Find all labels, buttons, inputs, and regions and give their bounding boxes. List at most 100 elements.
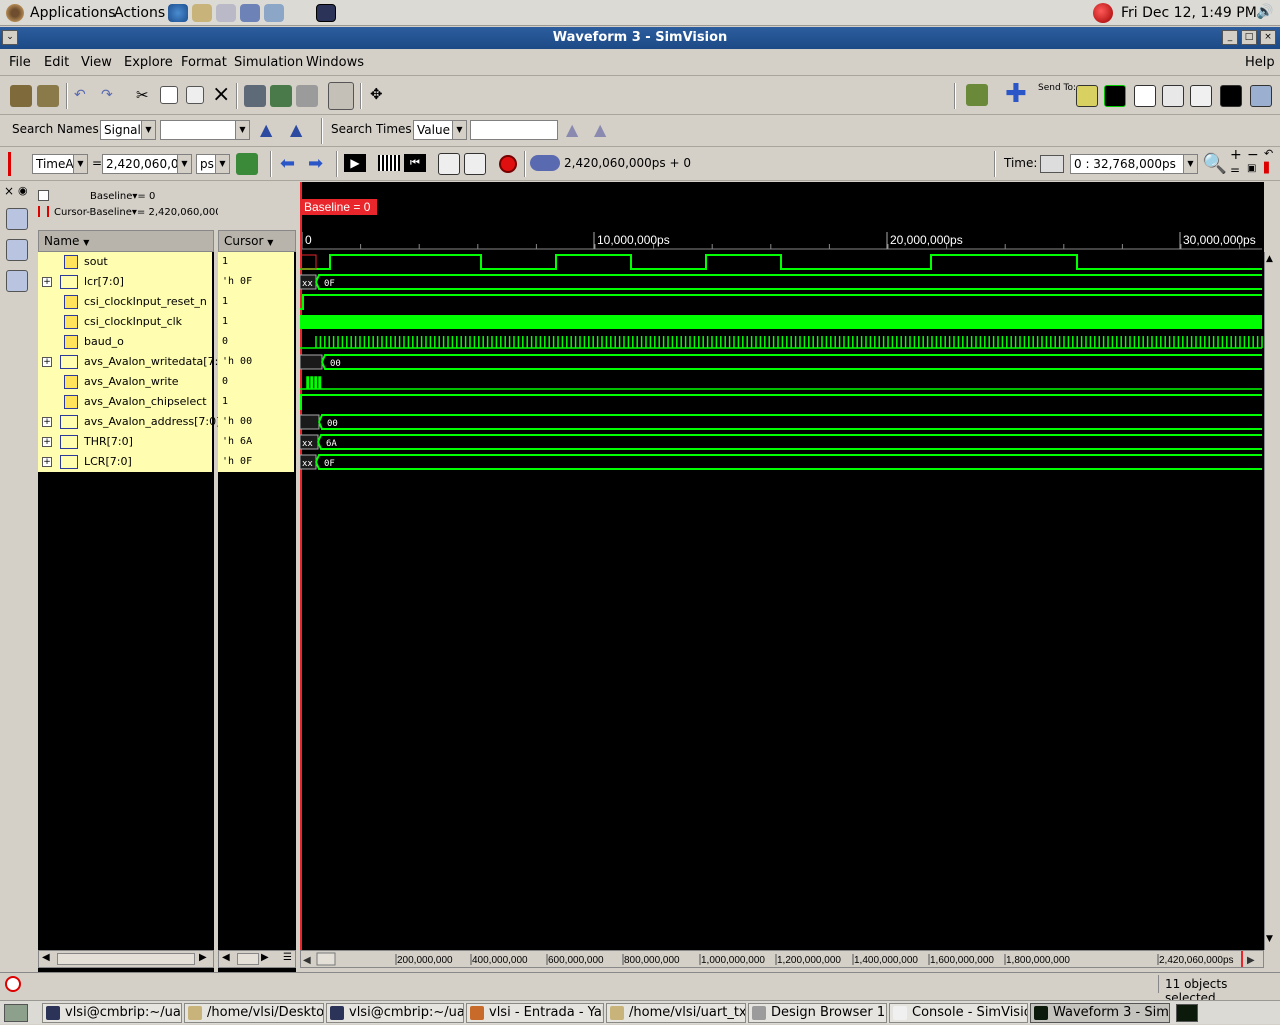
next-edge-icon[interactable]: ➡: [308, 153, 323, 174]
signal-row[interactable]: csi_clockInput_clk: [38, 312, 212, 332]
cut-icon[interactable]: ✂: [136, 86, 149, 104]
clock[interactable]: Fri Dec 12, 1:49 PM: [1121, 5, 1257, 21]
send-to-source-icon[interactable]: [244, 85, 266, 107]
browser-launcher-icon[interactable]: [168, 4, 188, 22]
workspace-switcher[interactable]: [1176, 1004, 1198, 1022]
maximize-button[interactable]: □: [1241, 30, 1257, 45]
taskbar-button[interactable]: vlsi - Entrada - Yaho: [466, 1003, 604, 1023]
signal-row[interactable]: sout: [38, 252, 212, 272]
menu-format[interactable]: Format: [181, 55, 227, 70]
scroll-thumb[interactable]: [57, 953, 195, 965]
zoom-cursor-icon[interactable]: ▋: [1264, 163, 1272, 174]
chat-launcher-icon[interactable]: [264, 4, 284, 22]
list-pane-icon[interactable]: [6, 270, 28, 292]
signal-row[interactable]: + THR[7:0]: [38, 432, 212, 452]
simulator-icon[interactable]: [966, 84, 988, 106]
cursor-value[interactable]: 'h 0F: [218, 272, 294, 292]
undo-icon[interactable]: ↶: [74, 87, 86, 103]
cursor-value[interactable]: 1: [218, 312, 294, 332]
zoom-fit-icon[interactable]: ✥: [370, 85, 383, 103]
cursor-time-input[interactable]: 2,420,060,00 ▼: [102, 154, 192, 174]
taskbar-button[interactable]: Waveform 3 - SimV: [1030, 1003, 1170, 1023]
cursor-value[interactable]: 'h 00: [218, 412, 294, 432]
expand-icon[interactable]: +: [42, 277, 52, 287]
search-times-next-icon[interactable]: ▲: [594, 120, 606, 139]
zoom-icon[interactable]: 🔍: [1202, 151, 1227, 175]
cursor-value[interactable]: 1: [218, 252, 294, 272]
scroll-right-icon[interactable]: ▶: [261, 952, 269, 963]
taskbar-button[interactable]: vlsi@cmbrip:~/uart_: [42, 1003, 182, 1023]
step-out-icon[interactable]: [464, 153, 486, 175]
search-times-prev-icon[interactable]: ▲: [566, 120, 578, 139]
add-icon[interactable]: ✚: [1005, 81, 1027, 107]
signal-row[interactable]: baud_o: [38, 332, 212, 352]
signal-row[interactable]: avs_Avalon_write: [38, 372, 212, 392]
vertical-scrollbar[interactable]: ▲ ▼: [1264, 252, 1278, 950]
scroll-thumb[interactable]: [237, 953, 259, 965]
search-names-next-icon[interactable]: ▲: [290, 120, 302, 139]
search-names-type-select[interactable]: Signal ▼: [100, 120, 156, 140]
time-overview-bar[interactable]: ◀ 200,000,000 400,000,000 600,000,000 800,00…: [300, 950, 1264, 968]
taskbar-button[interactable]: Design Browser 1 -: [748, 1003, 887, 1023]
signal-row[interactable]: + avs_Avalon_writedata[7:0]: [38, 352, 230, 372]
applications-menu[interactable]: Applications: [30, 5, 116, 21]
search-times-input[interactable]: [470, 120, 558, 140]
taskbar-button[interactable]: /home/vlsi/Desktop/: [184, 1003, 324, 1023]
search-names-prev-icon[interactable]: ▲: [260, 120, 272, 139]
taskbar-button[interactable]: /home/vlsi/uart_tx/p: [606, 1003, 746, 1023]
send-to-source-browser-icon[interactable]: [1134, 85, 1156, 107]
cursor-column-header[interactable]: Cursor ▼: [218, 230, 296, 252]
signal-row[interactable]: + lcr[7:0]: [38, 272, 212, 292]
cursor-value[interactable]: 'h 00: [218, 352, 294, 372]
expand-icon[interactable]: +: [42, 417, 52, 427]
stop-sim-icon[interactable]: [5, 976, 21, 992]
alert-icon[interactable]: [1093, 3, 1113, 23]
editor-launcher-icon[interactable]: [216, 4, 236, 22]
close-button[interactable]: ×: [1260, 30, 1276, 45]
menu-edit[interactable]: Edit: [44, 55, 69, 70]
minimize-button[interactable]: _: [1222, 30, 1238, 45]
send-to-browser-icon[interactable]: [1076, 85, 1098, 107]
time-range-lock-icon[interactable]: [1040, 155, 1064, 173]
zoom-prev-icon[interactable]: ↶: [1264, 147, 1273, 160]
zoom-box-icon[interactable]: ▣: [1247, 163, 1256, 174]
menu-view[interactable]: View: [81, 55, 112, 70]
expand-icon[interactable]: +: [42, 457, 52, 467]
redo-icon[interactable]: ↷: [101, 87, 113, 103]
cursor-select[interactable]: TimeA ▼: [32, 154, 88, 174]
search-times-type-select[interactable]: Value ▼: [413, 120, 467, 140]
menu-help[interactable]: Help: [1245, 55, 1275, 70]
cursor-hscrollbar[interactable]: ◀ ▶ ☰: [218, 950, 296, 968]
cursor-value[interactable]: 0: [218, 372, 294, 392]
paste-icon[interactable]: [186, 86, 204, 104]
reload-db-icon[interactable]: [37, 85, 59, 107]
step-icon[interactable]: [378, 155, 400, 171]
send-to-register-icon[interactable]: [1190, 85, 1212, 107]
cursor-baseline-text[interactable]: Cursor-Baseline▾= 2,420,060,000ps: [54, 207, 233, 218]
actions-menu[interactable]: Actions: [114, 5, 165, 21]
scroll-right-icon[interactable]: ▶: [199, 952, 207, 963]
columns-icon[interactable]: ☰: [283, 952, 292, 963]
menu-windows[interactable]: Windows: [306, 55, 364, 70]
time-overview-svg[interactable]: ◀ 200,000,000 400,000,000 600,000,000 800,00…: [301, 951, 1263, 967]
cursor-value[interactable]: 1: [218, 292, 294, 312]
waveform-canvas[interactable]: Baseline = 0 0 10,000,000ps 20,000,000ps 30,…: [299, 182, 1264, 950]
waveform-pane-icon[interactable]: [6, 208, 28, 230]
search-names-input[interactable]: ▼: [160, 120, 250, 140]
open-db-icon[interactable]: [10, 85, 32, 107]
signal-row[interactable]: + LCR[7:0]: [38, 452, 212, 472]
scroll-down-icon[interactable]: ▼: [1266, 934, 1273, 944]
terminal-launcher-icon[interactable]: [316, 4, 336, 22]
cursor-value[interactable]: 'h 0F: [218, 452, 294, 472]
delete-icon[interactable]: ×: [212, 82, 230, 107]
send-to-schematic-window-icon[interactable]: [1162, 85, 1184, 107]
volume-icon[interactable]: 🔊: [1256, 4, 1274, 22]
scroll-up-icon[interactable]: ▲: [1266, 254, 1273, 264]
signal-row[interactable]: avs_Avalon_chipselect: [38, 392, 212, 412]
zoom-in-icon[interactable]: +: [1230, 147, 1242, 163]
mail-launcher-icon[interactable]: [192, 4, 212, 22]
signal-row[interactable]: csi_clockInput_reset_n: [38, 292, 212, 312]
time-unit-select[interactable]: ps ▼: [196, 154, 230, 174]
expand-icon[interactable]: +: [42, 357, 52, 367]
window-menu-button[interactable]: ⌄: [2, 30, 18, 45]
